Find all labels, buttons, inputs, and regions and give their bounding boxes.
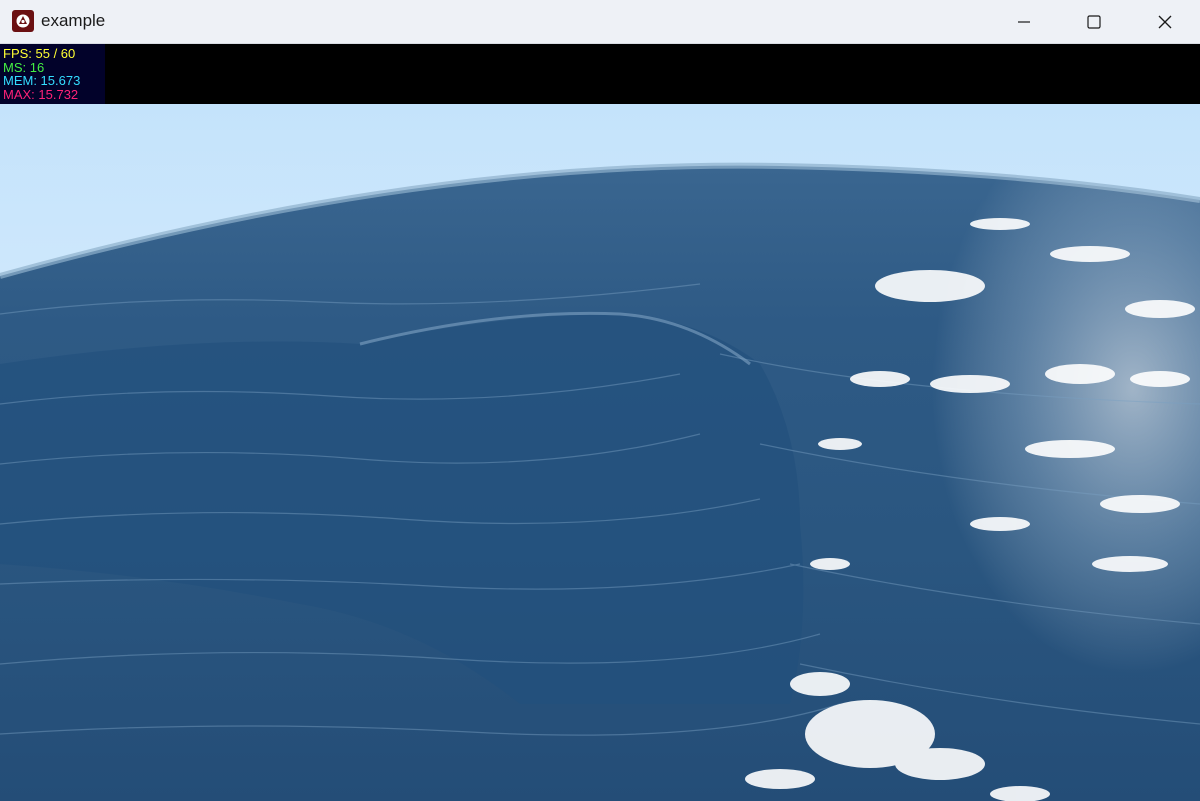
max-readout: MAX: 15.732 xyxy=(3,86,79,102)
title-bar[interactable]: example xyxy=(0,0,1200,44)
maximize-icon xyxy=(1087,14,1101,29)
sun-glare xyxy=(753,166,1200,801)
stats-panel: FPS: 55 / 60 MS: 16 MEM: 15.673 MAX: 15.… xyxy=(0,44,105,104)
app-window: example FPS: 55 / 60 MS: 16 MEM: 15.673 … xyxy=(0,0,1200,801)
mem-readout: MEM: 15.673 xyxy=(3,73,81,88)
window-title: example xyxy=(41,11,106,30)
viewport-top-band xyxy=(0,44,1200,104)
ocean-scene xyxy=(0,104,1200,801)
render-viewport[interactable]: FPS: 55 / 60 MS: 16 MEM: 15.673 MAX: 15.… xyxy=(0,44,1200,801)
close-icon xyxy=(1158,15,1172,28)
close-button[interactable] xyxy=(1130,0,1200,43)
fps-readout: FPS: 55 / 60 xyxy=(3,46,76,61)
minimize-icon xyxy=(1018,20,1030,23)
app-logo-icon xyxy=(12,10,34,32)
ms-readout: MS: 16 xyxy=(3,59,45,75)
maximize-button[interactable] xyxy=(1059,0,1129,43)
minimize-button[interactable] xyxy=(989,0,1059,43)
